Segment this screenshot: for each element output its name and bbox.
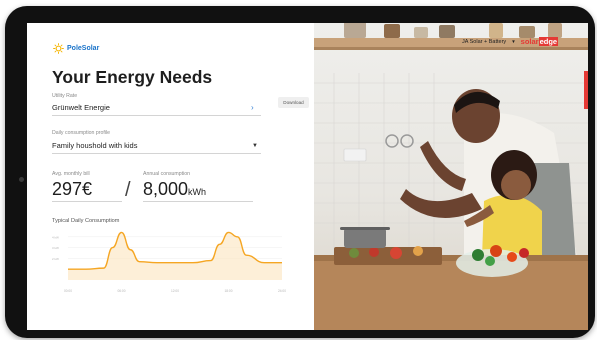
download-button[interactable]: Download <box>278 97 309 108</box>
profile-underline <box>52 153 261 154</box>
divider-slash: / <box>125 179 131 201</box>
annual-consumption-value: 8,000 <box>143 179 189 199</box>
annual-consumption-unit: kWh <box>188 187 207 197</box>
annual-consumption-underline <box>143 201 253 202</box>
utility-rate-underline <box>52 115 261 116</box>
product-selector[interactable]: JA Solar + Battery <box>462 39 506 45</box>
utility-rate-select[interactable]: Grünwelt Energie <box>52 103 110 112</box>
profile-select[interactable]: Family houshold with kids <box>52 141 137 150</box>
utility-rate-label: Utility Rate <box>52 93 78 99</box>
tablet-frame: PoleSolar Your Energy Needs Utility Rate… <box>5 6 595 338</box>
app-logo[interactable]: PoleSolar <box>53 43 99 54</box>
chart-y-tick: 4 kW <box>52 235 59 239</box>
energy-needs-panel: PoleSolar Your Energy Needs Utility Rate… <box>27 23 314 330</box>
family-kitchen-photo: JA Solar + Battery ▼ solaredge <box>314 23 588 330</box>
photo-illustration <box>314 23 588 330</box>
caret-down-icon[interactable]: ▼ <box>511 39 515 44</box>
brand-suffix: edge <box>538 37 559 46</box>
page-title: Your Energy Needs <box>52 67 213 87</box>
side-accent-bar <box>584 71 588 109</box>
chart-y-tick: 3 kW <box>52 246 59 250</box>
solaredge-logo: solaredge <box>520 37 559 46</box>
caret-down-icon[interactable]: ▼ <box>252 143 258 149</box>
chart-x-tick: 00:00 <box>64 289 72 293</box>
screen: PoleSolar Your Energy Needs Utility Rate… <box>27 23 588 330</box>
annual-consumption-field[interactable]: 8,000kWh <box>143 179 206 200</box>
chart-y-tick: 2 kW <box>52 257 59 261</box>
daily-consumption-chart: 4 kW 3 kW 2 kW 00:00 06:00 12:00 18:00 24:00 <box>52 231 286 293</box>
sun-logo-icon <box>53 43 64 54</box>
monthly-bill-value[interactable]: 297€ <box>52 179 92 200</box>
camera-icon <box>19 177 24 182</box>
profile-label: Daily consumption profile <box>52 130 110 136</box>
brand-header[interactable]: JA Solar + Battery ▼ solaredge <box>462 37 559 46</box>
chart-x-ticks: 00:00 06:00 12:00 18:00 24:00 <box>64 289 286 293</box>
monthly-bill-label: Avg. monthly bill <box>52 171 90 177</box>
brand-prefix: solar <box>520 37 539 46</box>
chart-y-ticks: 4 kW 3 kW 2 kW <box>52 235 59 261</box>
chart-x-tick: 18:00 <box>225 289 233 293</box>
chevron-right-icon[interactable]: › <box>251 103 254 112</box>
annual-consumption-label: Annual consumption <box>143 171 191 177</box>
monthly-bill-underline <box>52 201 122 202</box>
logo-text: PoleSolar <box>67 45 100 52</box>
chart-x-tick: 12:00 <box>171 289 179 293</box>
chart-x-tick: 06:00 <box>118 289 126 293</box>
chart-x-tick: 24:00 <box>278 289 286 293</box>
